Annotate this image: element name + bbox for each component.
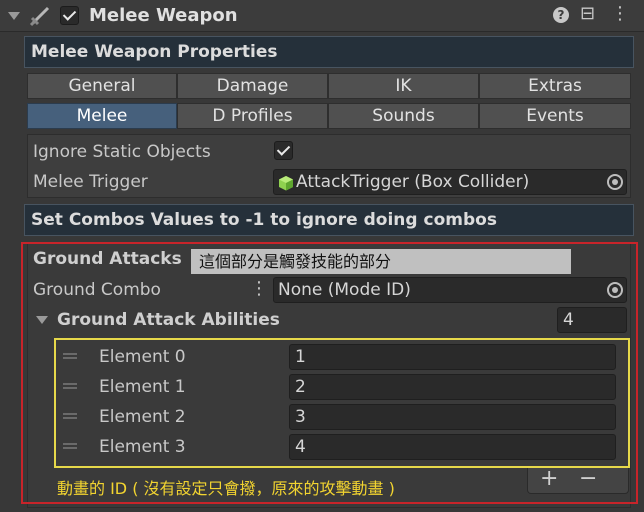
yellow-highlight-box [54,338,630,468]
tab-d-profiles[interactable]: D Profiles [177,103,328,129]
tab-general[interactable]: General [27,73,177,99]
more-options-icon[interactable]: ⋮ [611,3,629,24]
tab-events[interactable]: Events [479,103,631,129]
combos-bar: Set Combos Values to -1 to ignore doing … [24,204,634,236]
component-title: Melee Weapon [89,5,238,26]
ignore-static-checkbox[interactable] [274,141,293,160]
presets-icon[interactable]: ⊟ [580,3,595,24]
enable-checkbox[interactable] [60,6,79,25]
box-collider-icon [279,176,293,191]
object-picker-icon[interactable] [607,174,623,190]
melee-trigger-label: Melee Trigger [33,172,148,192]
melee-trigger-value: AttackTrigger (Box Collider) [296,172,530,192]
melee-trigger-field[interactable]: AttackTrigger (Box Collider) [273,169,627,195]
tab-melee[interactable]: Melee [27,103,177,129]
tab-sounds[interactable]: Sounds [328,103,479,129]
tab-ik[interactable]: IK [328,73,479,99]
foldout-arrow-icon[interactable] [8,12,20,20]
help-icon[interactable]: ? [553,7,569,23]
component-header: Melee Weapon ? ⊟ ⋮ [0,0,644,32]
tab-extras[interactable]: Extras [479,73,631,99]
ignore-static-label: Ignore Static Objects [33,142,211,162]
properties-bar: Melee Weapon Properties [24,36,634,68]
tab-damage[interactable]: Damage [177,73,328,99]
sword-icon [29,6,50,27]
